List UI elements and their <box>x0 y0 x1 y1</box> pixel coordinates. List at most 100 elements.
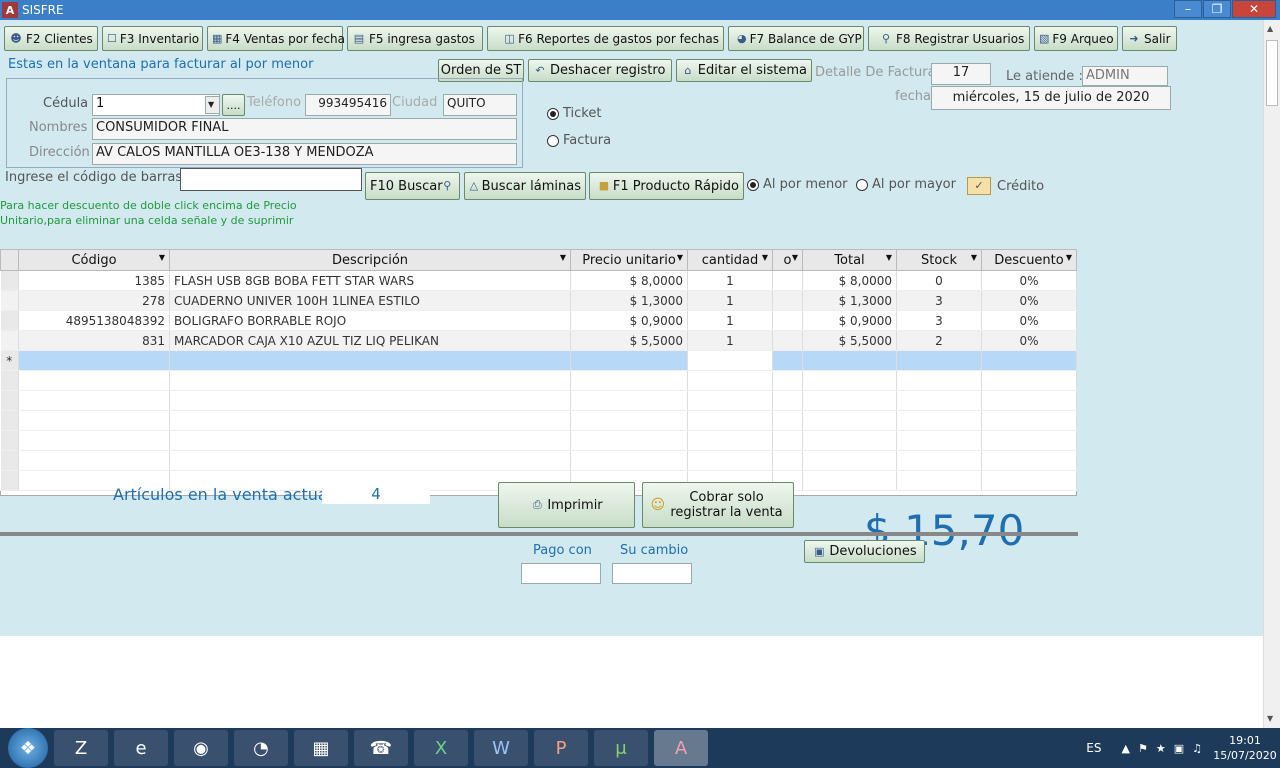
display-icon[interactable]: ▣ <box>1174 742 1184 755</box>
cell-total[interactable]: $ 0,9000 <box>802 310 897 331</box>
clientes-button[interactable]: ☻ F2 Clientes <box>4 26 98 51</box>
row-selector[interactable] <box>0 330 19 351</box>
cell-descripcion[interactable] <box>169 350 571 371</box>
col-o[interactable]: o ▼ <box>772 249 803 271</box>
balance-gyp-button[interactable]: ◕ F7 Balance de GYP <box>728 26 864 51</box>
scroll-thumb[interactable] <box>1266 40 1278 106</box>
devoluciones-button[interactable]: ▣ Devoluciones <box>804 540 925 563</box>
cell-codigo[interactable]: 278 <box>18 290 170 311</box>
cell-cantidad[interactable]: 1 <box>687 270 773 291</box>
cell-o[interactable] <box>772 330 803 351</box>
ciudad-field[interactable]: QUITO <box>443 94 517 116</box>
cell-descuento[interactable]: 0% <box>981 290 1077 311</box>
cell-precio[interactable]: $ 8,0000 <box>570 270 688 291</box>
cell-stock[interactable]: 2 <box>896 330 982 351</box>
cell-descuento[interactable]: 0% <box>981 270 1077 291</box>
new-record-row[interactable]: * <box>0 350 1077 371</box>
nombres-field[interactable]: CONSUMIDOR FINAL <box>92 118 517 140</box>
direccion-field[interactable]: AV CALOS MANTILLA OE3-138 Y MENDOZA <box>92 143 517 165</box>
cell-stock[interactable]: 0 <box>896 270 982 291</box>
deshacer-button[interactable]: ↶ Deshacer registro <box>528 59 672 82</box>
cell-codigo[interactable]: 831 <box>18 330 170 351</box>
cell-descuento[interactable] <box>981 350 1077 371</box>
firefox-icon[interactable]: ◉ <box>174 730 228 766</box>
al-por-mayor-radio[interactable]: Al por mayor <box>856 177 956 192</box>
pago-input[interactable] <box>521 563 601 584</box>
col-stock[interactable]: Stock ▼ <box>896 249 982 271</box>
volume-icon[interactable]: ♫ <box>1192 742 1202 755</box>
editar-sistema-button[interactable]: ⌂ Editar el sistema <box>676 59 812 82</box>
cell-stock[interactable]: 3 <box>896 310 982 331</box>
cell-o[interactable] <box>772 310 803 331</box>
maximize-icon[interactable]: ❐ <box>1203 0 1231 18</box>
cell-codigo[interactable]: 1385 <box>18 270 170 291</box>
gauge-icon[interactable]: ◔ <box>234 730 288 766</box>
cell-total[interactable]: $ 5,5000 <box>802 330 897 351</box>
table-row[interactable]: 4895138048392 BOLIGRAFO BORRABLE ROJO $ … <box>0 310 1077 331</box>
chevron-down-icon[interactable]: ▼ <box>205 96 220 114</box>
cedula-combo[interactable]: 1 <box>92 94 220 116</box>
network-icon[interactable]: ★ <box>1156 742 1166 755</box>
access-icon[interactable]: A <box>654 730 708 766</box>
barcode-input[interactable] <box>180 168 362 191</box>
windows-start-icon[interactable]: ❖ <box>8 728 48 768</box>
tray-chevron-icon[interactable]: ▲ <box>1122 742 1130 755</box>
cell-stock[interactable] <box>896 350 982 371</box>
word-icon[interactable]: W <box>474 730 528 766</box>
cell-total[interactable] <box>802 350 897 371</box>
edge-icon[interactable]: e <box>114 730 168 766</box>
scroll-up-icon[interactable]: ▲ <box>1267 24 1273 33</box>
cambio-input[interactable] <box>612 563 692 584</box>
col-descuento[interactable]: Descuento ▼ <box>981 249 1077 271</box>
producto-rapido-button[interactable]: ■ F1 Producto Rápido <box>589 172 744 200</box>
cell-precio[interactable]: $ 1,3000 <box>570 290 688 311</box>
cell-total[interactable]: $ 1,3000 <box>802 290 897 311</box>
buscar-laminas-button[interactable]: △ Buscar láminas <box>464 172 586 200</box>
reportes-gastos-button[interactable]: ◫ F6 Reportes de gastos por fechas <box>487 26 724 51</box>
cell-o[interactable] <box>772 350 803 371</box>
cell-precio[interactable]: $ 5,5000 <box>570 330 688 351</box>
salir-button[interactable]: ➜ Salir <box>1122 26 1177 51</box>
inventario-button[interactable]: ☐ F3 Inventario <box>102 26 203 51</box>
table-row[interactable]: 1385 FLASH USB 8GB BOBA FETT STAR WARS $… <box>0 270 1077 291</box>
factura-radio[interactable]: Factura <box>547 133 611 148</box>
excel-icon[interactable]: X <box>414 730 468 766</box>
minimize-icon[interactable]: – <box>1174 0 1202 18</box>
table-row[interactable]: 278 CUADERNO UNIVER 100H 1LINEA ESTILO $… <box>0 290 1077 311</box>
col-descripcion[interactable]: Descripción ▼ <box>169 249 571 271</box>
registrar-usuarios-button[interactable]: ⚲ F8 Registrar Usuarios <box>868 26 1030 51</box>
row-selector[interactable] <box>0 310 19 331</box>
ingresa-gastos-button[interactable]: ▤ F5 ingresa gastos <box>347 26 483 51</box>
cell-cantidad[interactable]: 1 <box>687 310 773 331</box>
f10-buscar-button[interactable]: F10 Buscar ⚲ <box>365 172 460 200</box>
flag-icon[interactable]: ⚑ <box>1138 742 1148 755</box>
scroll-down-icon[interactable]: ▼ <box>1267 714 1273 723</box>
close-icon[interactable]: ✕ <box>1232 0 1276 18</box>
col-precio[interactable]: Precio unitario ▼ <box>570 249 688 271</box>
cell-descuento[interactable]: 0% <box>981 310 1077 331</box>
ticket-radio[interactable]: Ticket <box>547 106 601 121</box>
cell-precio[interactable]: $ 0,9000 <box>570 310 688 331</box>
col-codigo[interactable]: Código ▼ <box>18 249 170 271</box>
calculator-icon[interactable]: ▦ <box>294 730 348 766</box>
cell-descripcion[interactable]: MARCADOR CAJA X10 AZUL TIZ LIQ PELIKAN <box>169 330 571 351</box>
language-indicator[interactable]: ES <box>1086 741 1101 755</box>
telefono-field[interactable]: 993495416 <box>305 94 391 116</box>
cell-total[interactable]: $ 8,0000 <box>802 270 897 291</box>
utorrent-icon[interactable]: μ <box>594 730 648 766</box>
col-total[interactable]: Total ▼ <box>802 249 897 271</box>
cell-o[interactable] <box>772 290 803 311</box>
more-client-button[interactable]: .... <box>222 94 245 116</box>
clock[interactable]: 19:01 15/07/2020 <box>1210 733 1280 763</box>
ventas-fecha-button[interactable]: ▦ F4 Ventas por fecha <box>207 26 345 51</box>
powerpoint-icon[interactable]: P <box>534 730 588 766</box>
cell-cantidad[interactable] <box>687 350 773 371</box>
table-row[interactable]: 831 MARCADOR CAJA X10 AZUL TIZ LIQ PELIK… <box>0 330 1077 351</box>
cell-descripcion[interactable]: BOLIGRAFO BORRABLE ROJO <box>169 310 571 331</box>
cell-o[interactable] <box>772 270 803 291</box>
cell-descripcion[interactable]: FLASH USB 8GB BOBA FETT STAR WARS <box>169 270 571 291</box>
cobrar-registrar-button[interactable]: ☺ Cobrar solo registrar la venta <box>642 482 794 528</box>
imprimir-button[interactable]: ⎙ Imprimir <box>498 482 635 528</box>
cell-codigo[interactable]: 4895138048392 <box>18 310 170 331</box>
al-por-menor-radio[interactable]: Al por menor <box>747 177 848 192</box>
